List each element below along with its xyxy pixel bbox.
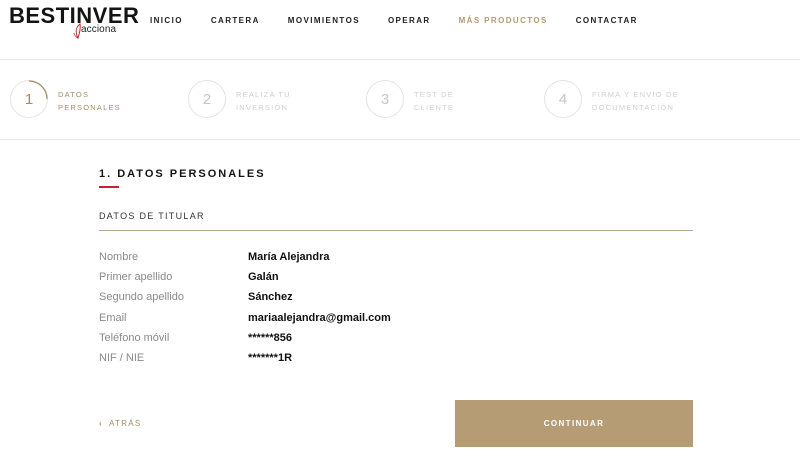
nav-contactar[interactable]: CONTACTAR xyxy=(576,16,638,25)
continue-button[interactable]: CONTINUAR xyxy=(455,400,693,447)
personal-data-list: Nombre María Alejandra Primer apellido G… xyxy=(99,251,693,372)
step-number: 2 xyxy=(188,80,226,118)
back-link[interactable]: ‹ ATRÁS xyxy=(99,419,142,428)
field-label: Segundo apellido xyxy=(99,291,185,304)
subsection-title: DATOS DE TITULAR xyxy=(99,211,205,221)
field-value: mariaalejandra@gmail.com xyxy=(248,311,391,324)
step-progress-arc xyxy=(28,80,48,100)
nav-mas-productos[interactable]: MÁS PRODUCTOS xyxy=(459,16,548,25)
field-email: Email mariaalejandra@gmail.com xyxy=(99,312,693,332)
field-value: María Alejandra xyxy=(248,251,330,263)
step-label: REALIZA TU INVERSIÓN xyxy=(236,90,291,112)
nav-inicio[interactable]: INICIO xyxy=(150,16,183,25)
step-label: TEST DE CLIENTE xyxy=(414,90,455,112)
field-label: Primer apellido xyxy=(99,271,173,284)
field-label: Teléfono móvil xyxy=(99,331,170,344)
nav-movimientos[interactable]: MOVIMIENTOS xyxy=(288,16,360,25)
field-segundo-apellido: Segundo apellido Sánchez xyxy=(99,291,693,311)
field-value: Sánchez xyxy=(248,291,293,304)
progress-stepper: 1 DATOS PERSONALES 2 REALIZA TU INVERSIÓ… xyxy=(0,60,800,140)
step-number: 3 xyxy=(366,80,404,118)
page-title: 1. DATOS PERSONALES xyxy=(99,168,266,180)
step-label: FIRMA Y ENVÍO DE DOCUMENTACIÓN xyxy=(592,90,679,112)
field-label: NIF / NIE xyxy=(99,351,145,364)
header: BESTINVER acciona INICIO CARTERA MOVIMIE… xyxy=(0,0,800,60)
field-nombre: Nombre María Alejandra xyxy=(99,251,693,271)
field-nif-nie: NIF / NIE *******1R xyxy=(99,352,693,372)
divider xyxy=(99,230,693,231)
title-underline xyxy=(99,186,119,188)
field-value: ******856 xyxy=(248,331,293,344)
field-telefono: Teléfono móvil ******856 xyxy=(99,332,693,352)
field-primer-apellido: Primer apellido Galán xyxy=(99,271,693,291)
back-label: ATRÁS xyxy=(108,419,142,428)
step-label: DATOS PERSONALES xyxy=(58,90,121,112)
field-value: *******1R xyxy=(248,351,293,364)
step-number: 4 xyxy=(544,80,582,118)
field-label: Nombre xyxy=(99,251,139,263)
chevron-left-icon: ‹ xyxy=(99,419,103,428)
field-label: Email xyxy=(99,311,127,324)
logo-sub: acciona xyxy=(81,24,117,35)
main-nav: INICIO CARTERA MOVIMIENTOS OPERAR MÁS PR… xyxy=(150,16,666,25)
nav-cartera[interactable]: CARTERA xyxy=(211,16,260,25)
field-value: Galán xyxy=(248,271,279,284)
bestinver-logo[interactable]: BESTINVER acciona xyxy=(9,3,139,43)
nav-operar[interactable]: OPERAR xyxy=(388,16,431,25)
